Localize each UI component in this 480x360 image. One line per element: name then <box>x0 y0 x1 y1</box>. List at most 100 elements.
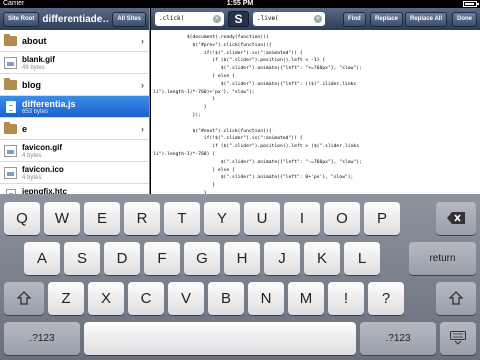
file-list-item[interactable]: blog › <box>0 74 149 96</box>
clock: 1:55 PM <box>226 0 254 7</box>
space-bar[interactable] <box>84 322 356 355</box>
key-j[interactable]: J <box>264 242 300 275</box>
image-file-icon <box>4 145 17 157</box>
file-list-item[interactable]: favicon.ico 4 bytes <box>0 162 149 184</box>
key-c[interactable]: C <box>128 282 164 315</box>
code-line: $(".slider").animate({"left": "-=760px"}… <box>153 159 362 165</box>
file-size: 4 bytes <box>22 153 42 159</box>
chevron-right-icon: › <box>141 36 144 46</box>
done-button[interactable]: Done <box>452 12 477 27</box>
key-a[interactable]: A <box>24 242 60 275</box>
code-line: } <box>153 183 216 189</box>
key-m[interactable]: M <box>288 282 324 315</box>
key-n[interactable]: N <box>248 282 284 315</box>
key-w[interactable]: W <box>44 202 80 235</box>
shift-icon <box>448 291 464 305</box>
shift-right-key[interactable] <box>436 282 476 315</box>
key-u[interactable]: U <box>244 202 280 235</box>
replace-input[interactable]: .live( × <box>253 12 325 26</box>
file-browser-toolbar: Site Root differentiade… All Sites <box>0 8 149 30</box>
editor-pane: .click( × S .live( × Find Replace Replac… <box>151 8 480 194</box>
symbols-key-right[interactable]: .?123 <box>360 322 436 355</box>
all-sites-button[interactable]: All Sites <box>112 11 146 27</box>
shift-icon <box>16 291 32 305</box>
file-name: favicon.gif <box>22 143 63 152</box>
on-screen-keyboard: return .?123 .?123 QWERTYUIOP ASDFGHJKL ZX… <box>0 194 480 360</box>
shift-left-key[interactable] <box>4 282 44 315</box>
clear-find-icon[interactable]: × <box>213 15 221 23</box>
file-name: e <box>22 124 28 134</box>
code-line: $(document).ready(function(){ <box>153 35 269 40</box>
key-d[interactable]: D <box>104 242 140 275</box>
key-t[interactable]: T <box>164 202 200 235</box>
site-title: differentiade… <box>42 13 110 25</box>
status-bar: Carrier 1:55 PM <box>0 0 480 8</box>
file-list-item[interactable]: favicon.gif 4 bytes <box>0 140 149 162</box>
battery-icon <box>463 1 479 7</box>
file-name: differentia.js <box>22 99 76 109</box>
site-root-button[interactable]: Site Root <box>3 11 40 27</box>
file-list-item[interactable]: e › <box>0 118 149 140</box>
find-button[interactable]: Find <box>343 12 366 27</box>
file-size: 653 bytes <box>22 109 49 115</box>
key-r[interactable]: R <box>124 202 160 235</box>
backspace-key[interactable] <box>436 202 476 235</box>
code-line: $(".slider").animate({"left": (($(".slid… <box>153 81 357 87</box>
key-b[interactable]: B <box>208 282 244 315</box>
code-line: } <box>153 105 207 111</box>
file-list-item[interactable]: blank.gif 49 bytes <box>0 52 149 74</box>
folder-icon <box>4 78 17 90</box>
key-h[interactable]: H <box>224 242 260 275</box>
key-f[interactable]: F <box>144 242 180 275</box>
file-browser: Site Root differentiade… All Sites about… <box>0 8 150 194</box>
replace-input-value: .live( <box>257 15 279 22</box>
clear-replace-icon[interactable]: × <box>314 15 322 23</box>
code-line: li").length-1)*-760)+'px'}, "slow"); <box>153 89 255 95</box>
key-question[interactable]: ? <box>368 282 404 315</box>
code-editor[interactable]: $(document).ready(function(){ $("#prev")… <box>151 30 480 194</box>
key-l[interactable]: L <box>344 242 380 275</box>
key-k[interactable]: K <box>304 242 340 275</box>
keyboard-hide-icon <box>450 331 466 345</box>
s-toggle-button[interactable]: S <box>228 11 249 27</box>
find-replace-toolbar: .click( × S .live( × Find Replace Replac… <box>151 8 480 30</box>
file-size: 4 bytes <box>22 175 42 181</box>
key-exclamation[interactable]: ! <box>328 282 364 315</box>
find-input-value: .click( <box>159 15 185 22</box>
folder-icon <box>4 34 17 46</box>
code-line: } else { <box>153 73 235 79</box>
code-line: li").length-1)*-760) { <box>153 151 216 157</box>
file-list-item[interactable]: differentia.js 653 bytes <box>0 96 149 118</box>
code-line: $(".slider").animate({"left": 0+'px'}, "… <box>153 175 354 181</box>
key-y[interactable]: Y <box>204 202 240 235</box>
symbols-key-left[interactable]: .?123 <box>4 322 80 355</box>
code-line: if(!$(".slider").is(":animated")) { <box>153 50 303 56</box>
key-v[interactable]: V <box>168 282 204 315</box>
code-line: } <box>153 97 216 103</box>
key-i[interactable]: I <box>284 202 320 235</box>
document-icon <box>6 101 16 113</box>
key-s[interactable]: S <box>64 242 100 275</box>
replace-button[interactable]: Replace <box>370 12 404 27</box>
file-list-item[interactable]: about › <box>0 30 149 52</box>
key-o[interactable]: O <box>324 202 360 235</box>
file-size: 49 bytes <box>22 65 45 71</box>
key-p[interactable]: P <box>364 202 400 235</box>
code-line: } else { <box>153 167 235 173</box>
key-q[interactable]: Q <box>4 202 40 235</box>
chevron-right-icon: › <box>141 124 144 134</box>
key-e[interactable]: E <box>84 202 120 235</box>
key-z[interactable]: Z <box>48 282 84 315</box>
key-g[interactable]: G <box>184 242 220 275</box>
replace-all-button[interactable]: Replace All <box>405 12 448 27</box>
folder-icon <box>4 122 17 134</box>
hide-keyboard-key[interactable] <box>440 322 476 355</box>
find-input[interactable]: .click( × <box>155 12 224 26</box>
file-list-item[interactable]: iepngfix.htc3.2 KB <box>0 184 149 194</box>
file-name: about <box>22 36 47 46</box>
return-key[interactable]: return <box>409 242 476 275</box>
key-x[interactable]: X <box>88 282 124 315</box>
file-name: blank.gif <box>22 55 55 64</box>
image-file-icon <box>4 57 17 69</box>
